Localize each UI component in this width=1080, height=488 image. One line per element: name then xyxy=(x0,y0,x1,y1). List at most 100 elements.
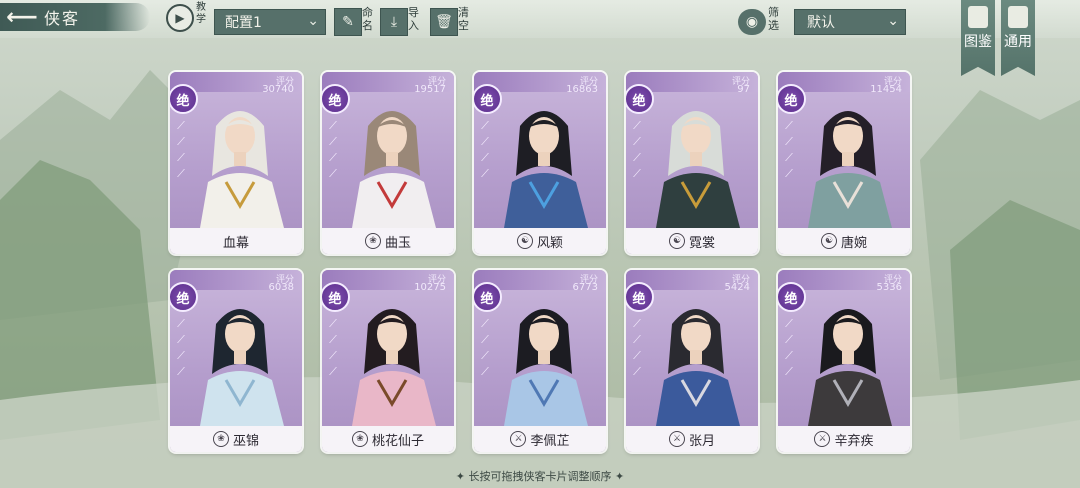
drag-hint: ✦ 长按可拖拽侠客卡片调整顺序 ✦ xyxy=(455,470,625,483)
score-value: 6773 xyxy=(572,282,598,293)
lotus-icon: ❀ xyxy=(212,431,229,447)
hero-name: 张月 xyxy=(688,433,715,449)
character-portrait xyxy=(200,111,284,228)
sort-value: 默认 xyxy=(807,15,835,31)
card-name-bar: ☯ 唐婉 xyxy=(778,228,910,254)
hero-name: 巫锦 xyxy=(232,433,259,449)
score-value: 16863 xyxy=(566,84,598,95)
card-name-bar: ⚔ 张月 xyxy=(626,426,758,452)
top-bar xyxy=(0,0,1080,38)
import-icon: ⤓ xyxy=(390,14,398,30)
tutorial-button[interactable]: ▶ xyxy=(166,4,194,32)
brush-icon: ✎ xyxy=(342,14,354,30)
star-rating-icon: ⟋ ⟋ ⟋ ⟋ xyxy=(633,119,641,180)
hero-card[interactable]: 绝 ⟋ ⟋ ⟋ ⟋ 评分 6773 ⚔ 李佩芷 xyxy=(474,270,606,452)
hero-card[interactable]: 绝 ⟋ ⟋ ⟋ ⟋ 评分 6038 ❀ 巫锦 xyxy=(170,270,302,452)
taiji-icon: ☯ xyxy=(516,233,533,249)
tongyong-button[interactable]: 通用 xyxy=(1001,0,1035,76)
lotus-icon: ❀ xyxy=(351,431,368,447)
character-portrait xyxy=(200,309,284,426)
character-portrait xyxy=(656,309,740,426)
star-rating-icon: ⟋ ⟋ ⟋ ⟋ xyxy=(481,317,489,378)
taiji-icon: ☯ xyxy=(668,233,685,249)
config-value: 配置1 xyxy=(225,15,262,31)
hero-card[interactable]: 绝 ⟋ ⟋ ⟋ ⟋ 评分 97 ☯ 霓裳 xyxy=(626,72,758,254)
card-name-bar: ❀ 曲玉 xyxy=(322,228,454,254)
config-select[interactable]: 配置1 ⌄ xyxy=(214,9,326,35)
play-icon: ▶ xyxy=(175,11,185,25)
lotus-icon: ❀ xyxy=(364,233,381,249)
tujian-button[interactable]: 图鉴 xyxy=(961,0,995,76)
character-portrait xyxy=(504,309,588,426)
back-arrow-icon: ⟵ xyxy=(6,4,38,30)
eye-icon: ◉ xyxy=(745,14,759,30)
score-value: 19517 xyxy=(414,84,446,95)
card-name-bar: ☯ 风颖 xyxy=(474,228,606,254)
hero-name: 辛弃疾 xyxy=(834,433,874,449)
hero-name: 桃花仙子 xyxy=(371,433,424,449)
clear-label: 清空 xyxy=(458,6,469,32)
score-value: 5336 xyxy=(876,282,902,293)
hero-card[interactable]: 绝 ⟋ ⟋ ⟋ ⟋ 评分 5336 ⚔ 辛弃疾 xyxy=(778,270,910,452)
star-rating-icon: ⟋ ⟋ ⟋ ⟋ xyxy=(481,119,489,180)
hero-name: 血幕 xyxy=(222,235,249,251)
card-name-bar: ❀ 桃花仙子 xyxy=(322,426,454,452)
character-portrait xyxy=(808,111,892,228)
import-button[interactable]: ⤓ xyxy=(380,8,408,36)
tongyong-label: 通用 xyxy=(1004,34,1032,50)
trash-icon: 🗑 xyxy=(435,14,453,30)
star-rating-icon: ⟋ ⟋ ⟋ ⟋ xyxy=(329,317,337,378)
hero-card[interactable]: 绝 ⟋ ⟋ ⟋ ⟋ 评分 11454 ☯ 唐婉 xyxy=(778,72,910,254)
hero-name: 唐婉 xyxy=(840,235,867,251)
taiji-icon: ☯ xyxy=(820,233,837,249)
card-name-bar: ☯ 霓裳 xyxy=(626,228,758,254)
star-rating-icon: ⟋ ⟋ ⟋ ⟋ xyxy=(329,119,337,180)
star-rating-icon: ⟋ ⟋ ⟋ ⟋ xyxy=(785,119,793,180)
character-portrait xyxy=(504,111,588,228)
tujian-label: 图鉴 xyxy=(964,34,992,50)
sword-icon: ⚔ xyxy=(814,431,831,447)
hero-name: 霓裳 xyxy=(688,235,715,251)
tutorial-label: 教学 xyxy=(196,2,206,25)
hero-card[interactable]: 绝 ⟋ ⟋ ⟋ ⟋ 评分 10275 ❀ 桃花仙子 xyxy=(322,270,454,452)
sword-icon: ⚔ xyxy=(668,431,685,447)
sword-icon: ⚔ xyxy=(510,431,527,447)
page-title: 侠客 xyxy=(44,9,81,28)
card-name-bar: 血幕 xyxy=(170,228,302,254)
hero-card[interactable]: 绝 ⟋ ⟋ ⟋ ⟋ 评分 19517 ❀ 曲玉 xyxy=(322,72,454,254)
hero-name: 李佩芷 xyxy=(530,433,570,449)
star-rating-icon: ⟋ ⟋ ⟋ ⟋ xyxy=(177,119,185,180)
hero-card[interactable]: 绝 ⟋ ⟋ ⟋ ⟋ 评分 30740 血幕 xyxy=(170,72,302,254)
character-portrait xyxy=(656,111,740,228)
clear-button[interactable]: 🗑 xyxy=(430,8,458,36)
character-portrait xyxy=(352,111,436,228)
score-value: 6038 xyxy=(268,282,294,293)
filter-label: 筛选 xyxy=(768,6,779,32)
score-value: 30740 xyxy=(262,84,294,95)
card-name-bar: ❀ 巫锦 xyxy=(170,426,302,452)
hero-card[interactable]: 绝 ⟋ ⟋ ⟋ ⟋ 评分 16863 ☯ 风颖 xyxy=(474,72,606,254)
star-rating-icon: ⟋ ⟋ ⟋ ⟋ xyxy=(633,317,641,378)
chevron-down-icon: ⌄ xyxy=(887,13,899,29)
import-label: 导入 xyxy=(408,6,419,32)
card-name-bar: ⚔ 辛弃疾 xyxy=(778,426,910,452)
hero-name: 风颖 xyxy=(536,235,563,251)
scroll-icon xyxy=(1008,6,1028,28)
filter-button[interactable]: ◉ xyxy=(738,9,766,35)
book-icon xyxy=(968,6,988,28)
rename-label: 命名 xyxy=(362,6,373,32)
rename-button[interactable]: ✎ xyxy=(334,8,362,36)
sort-select[interactable]: 默认 ⌄ xyxy=(794,9,906,35)
star-rating-icon: ⟋ ⟋ ⟋ ⟋ xyxy=(177,317,185,378)
score-value: 11454 xyxy=(870,84,902,95)
score-value: 5424 xyxy=(724,282,750,293)
hero-name: 曲玉 xyxy=(384,235,411,251)
card-name-bar: ⚔ 李佩芷 xyxy=(474,426,606,452)
back-button[interactable]: ⟵ 侠客 xyxy=(0,3,150,31)
chevron-down-icon: ⌄ xyxy=(307,13,319,29)
score-value: 97 xyxy=(737,84,750,95)
character-portrait xyxy=(352,309,436,426)
character-portrait xyxy=(808,309,892,426)
star-rating-icon: ⟋ ⟋ ⟋ ⟋ xyxy=(785,317,793,378)
hero-card[interactable]: 绝 ⟋ ⟋ ⟋ ⟋ 评分 5424 ⚔ 张月 xyxy=(626,270,758,452)
